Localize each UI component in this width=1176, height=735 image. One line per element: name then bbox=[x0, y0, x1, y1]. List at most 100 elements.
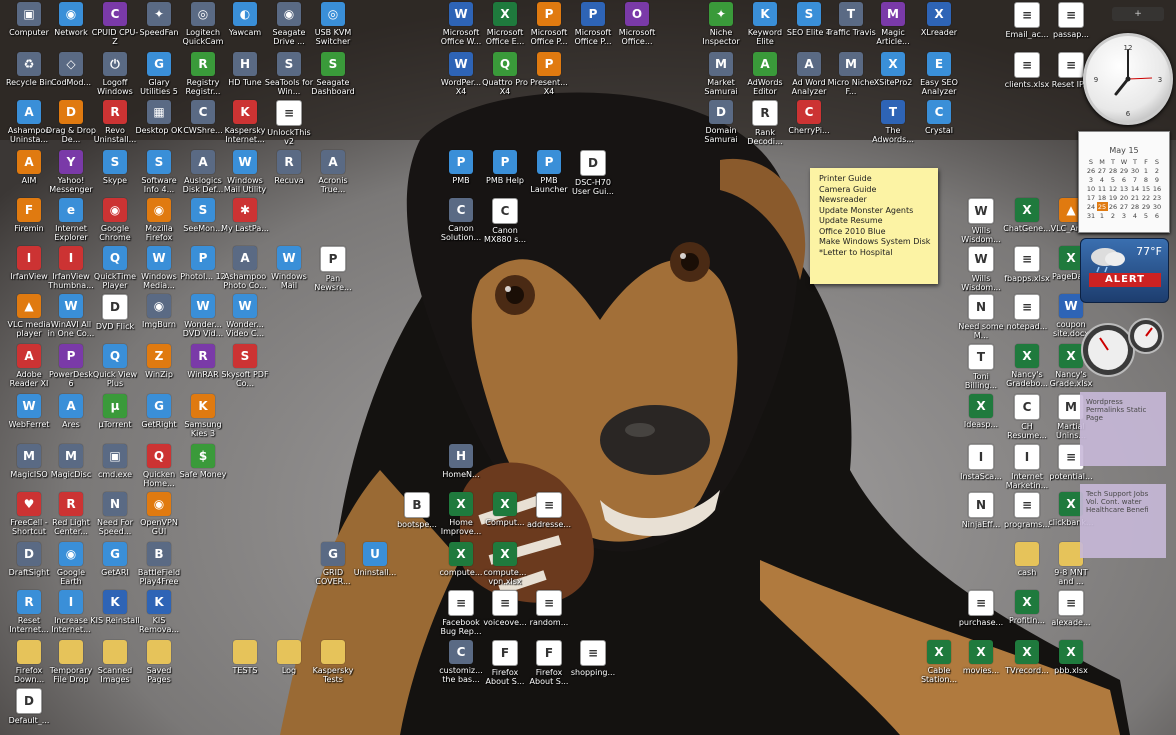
desktop-icon[interactable]: C Canon Solution... bbox=[438, 198, 484, 246]
desktop-icon[interactable]: F Firefox About S... bbox=[526, 640, 572, 688]
desktop-icon[interactable]: X Comput... bbox=[482, 492, 528, 540]
desktop-icon[interactable]: G GetRight bbox=[136, 394, 182, 442]
desktop-icon[interactable]: ▣ Computer bbox=[6, 2, 52, 50]
desktop-icon[interactable]: ⏻ Logoff Windows bbox=[92, 52, 138, 100]
desktop-icon[interactable]: X XLreader bbox=[916, 2, 962, 50]
desktop-icon[interactable]: W Windows Mail bbox=[266, 246, 312, 294]
calendar-day[interactable]: 16 bbox=[1152, 184, 1163, 193]
calendar-day[interactable]: 15 bbox=[1141, 184, 1152, 193]
calendar-day[interactable]: 8 bbox=[1141, 175, 1152, 184]
desktop-icon[interactable]: Q QuickTime Player bbox=[92, 246, 138, 294]
desktop-icon[interactable]: X ChatGene... bbox=[1003, 198, 1051, 246]
calendar-day[interactable]: 5 bbox=[1141, 211, 1152, 220]
desktop-icon[interactable]: ◉ OpenVPN GUI bbox=[136, 492, 182, 540]
calendar-day[interactable]: 11 bbox=[1097, 184, 1108, 193]
desktop-icon[interactable]: N Need some M... bbox=[958, 294, 1004, 342]
desktop-icon[interactable]: ◎ USB KVM Switcher bbox=[310, 2, 356, 50]
desktop-icon[interactable]: U Uninstall... bbox=[352, 542, 398, 590]
desktop-icon[interactable]: ≡ random... bbox=[526, 590, 572, 638]
desktop-icon[interactable]: ≡ clients.xlsx bbox=[1004, 52, 1050, 100]
calendar-day[interactable]: 5 bbox=[1108, 175, 1119, 184]
desktop-icon[interactable]: S Skype bbox=[92, 150, 138, 198]
desktop-icon[interactable]: I Internet Marketin... bbox=[1004, 444, 1050, 492]
calendar-day[interactable]: 27 bbox=[1119, 202, 1130, 211]
desktop-icon[interactable]: Xcompute... vpn.xlsx bbox=[482, 542, 528, 590]
desktop-icon[interactable]: R Revo Uninstall... bbox=[92, 100, 138, 148]
desktop-icon[interactable]: Q Quicken Home... bbox=[136, 444, 182, 492]
clock-gadget[interactable]: 12 3 69 bbox=[1083, 33, 1173, 125]
desktop-icon[interactable]: B BattleField Play4Free bbox=[136, 542, 182, 590]
calendar-day[interactable]: 14 bbox=[1130, 184, 1141, 193]
desktop-icon[interactable]: D DSC-H70 User Gui... bbox=[570, 150, 616, 198]
desktop-icon[interactable]: X Ideasp... bbox=[958, 394, 1004, 442]
desktop-icon[interactable]: S SEO Elite 4 bbox=[786, 2, 832, 50]
calendar-day[interactable]: 1 bbox=[1097, 211, 1108, 220]
calendar-day[interactable]: 27 bbox=[1097, 166, 1108, 175]
calendar-day[interactable]: 30 bbox=[1152, 202, 1163, 211]
calendar-day[interactable]: 18 bbox=[1097, 193, 1108, 202]
weather-gadget[interactable]: 77°F ALERT bbox=[1080, 238, 1169, 303]
desktop-icon[interactable]: ≡ fbapps.xlsx bbox=[1004, 246, 1050, 294]
desktop-icon[interactable]: ≡ notepad... bbox=[1004, 294, 1050, 342]
calendar-day[interactable]: 6 bbox=[1152, 211, 1163, 220]
calendar-day[interactable]: 26 bbox=[1086, 166, 1097, 175]
desktop-icon[interactable]: Z WinZip bbox=[136, 344, 182, 392]
calendar-day[interactable]: 13 bbox=[1119, 184, 1130, 193]
desktop-icon[interactable]: ✦ SpeedFan bbox=[136, 2, 182, 50]
desktop-icon[interactable]: ✦ Niche Inspector bbox=[698, 2, 744, 50]
desktop-icon[interactable]: I InstaSca... bbox=[958, 444, 1004, 492]
desktop-icon[interactable]: Q Quick View Plus bbox=[92, 344, 138, 392]
calendar-day[interactable]: 22 bbox=[1141, 193, 1152, 202]
desktop-icon[interactable]: ◐ Yawcam bbox=[222, 2, 268, 50]
desktop-icon[interactable]: W Wills Wisdom... bbox=[958, 246, 1004, 294]
sticky-note-gadget[interactable]: Printer Guide Camera Guide Newsreader Updat… bbox=[810, 168, 938, 284]
desktop-icon[interactable]: ♻ Recycle Bin bbox=[6, 52, 52, 100]
desktop-icon[interactable]: C CH Resume... bbox=[1004, 394, 1050, 442]
calendar-day[interactable]: 1 bbox=[1141, 166, 1152, 175]
desktop-icon[interactable]: D Drag & Drop De... bbox=[46, 100, 96, 148]
desktop-icon[interactable]: Saved Pages bbox=[136, 640, 182, 688]
desktop-icon[interactable]: G GRID COVER... bbox=[310, 542, 356, 590]
desktop-icon[interactable]: W WordPer... X4 bbox=[438, 52, 484, 100]
calendar-day[interactable]: 25 bbox=[1096, 202, 1108, 211]
desktop-icon[interactable]: ◇ CodMod... bbox=[48, 52, 94, 100]
calendar-day[interactable]: 3 bbox=[1119, 211, 1130, 220]
desktop-icon[interactable]: C Canon MX880 s... bbox=[482, 198, 528, 246]
cpu-meter-gadget[interactable] bbox=[1080, 316, 1166, 378]
desktop-icon[interactable]: ≡ programs... bbox=[1004, 492, 1050, 540]
calendar-day[interactable]: 12 bbox=[1108, 184, 1119, 193]
calendar-day[interactable]: 30 bbox=[1130, 166, 1141, 175]
desktop-icon[interactable]: R Recuva bbox=[266, 150, 312, 198]
calendar-day[interactable]: 23 bbox=[1152, 193, 1163, 202]
calendar-day[interactable]: 28 bbox=[1108, 166, 1119, 175]
desktop-icon[interactable]: Kaspersky Tests bbox=[310, 640, 356, 688]
calendar-day[interactable]: 21 bbox=[1130, 193, 1141, 202]
desktop-icon[interactable]: O Microsoft Office... bbox=[614, 2, 660, 50]
calendar-day[interactable]: 9 bbox=[1152, 175, 1163, 184]
desktop-icon[interactable]: Q Quattro Pro X4 bbox=[482, 52, 528, 100]
desktop-icon[interactable]: Temporary File Drop bbox=[48, 640, 94, 688]
desktop-icon[interactable]: ≡ purchase... bbox=[958, 590, 1004, 638]
desktop-icon[interactable]: S SeeMon... bbox=[180, 198, 226, 246]
desktop-icon[interactable]: M Market Samurai bbox=[698, 52, 744, 100]
desktop-icon[interactable]: A Acronis True... bbox=[310, 150, 356, 198]
calendar-day[interactable]: 7 bbox=[1130, 175, 1141, 184]
desktop-icon[interactable]: P Microsoft Office P... bbox=[570, 2, 616, 50]
calendar-gadget[interactable]: May 15 S M T W T F S 26 27 28 29 30 1 2 3 4 5 6 7 8 9 10 11 12 1… bbox=[1078, 131, 1170, 233]
desktop-icon[interactable]: X TVrecord... bbox=[1004, 640, 1050, 688]
desktop-icon[interactable]: T Toni Billing... bbox=[958, 344, 1004, 392]
desktop-icon[interactable]: A AdWords Editor bbox=[742, 52, 788, 100]
desktop-icon[interactable]: D Default_... bbox=[6, 688, 52, 735]
desktop-icon[interactable]: ◉ Google Earth bbox=[48, 542, 94, 590]
desktop-icon[interactable]: D Domain Samurai bbox=[698, 100, 744, 148]
desktop-icon[interactable]: ≡ alexade... bbox=[1048, 590, 1094, 638]
desktop-icon[interactable]: T The Adwords... bbox=[870, 100, 916, 148]
desktop-icon[interactable]: ◎ Logitech QuickCam bbox=[180, 2, 226, 50]
desktop-icon[interactable]: P PMB Help bbox=[482, 150, 528, 198]
calendar-day[interactable]: 31 bbox=[1086, 211, 1097, 220]
calendar-day[interactable]: 2 bbox=[1108, 211, 1119, 220]
desktop-icon[interactable]: C CherryPi... bbox=[786, 100, 832, 148]
desktop-icon[interactable]: S SeaTools for Win... bbox=[265, 52, 313, 100]
desktop-icon[interactable]: ≡ Facebook Bug Rep... bbox=[438, 590, 484, 638]
calendar-day[interactable]: 2 bbox=[1152, 166, 1163, 175]
